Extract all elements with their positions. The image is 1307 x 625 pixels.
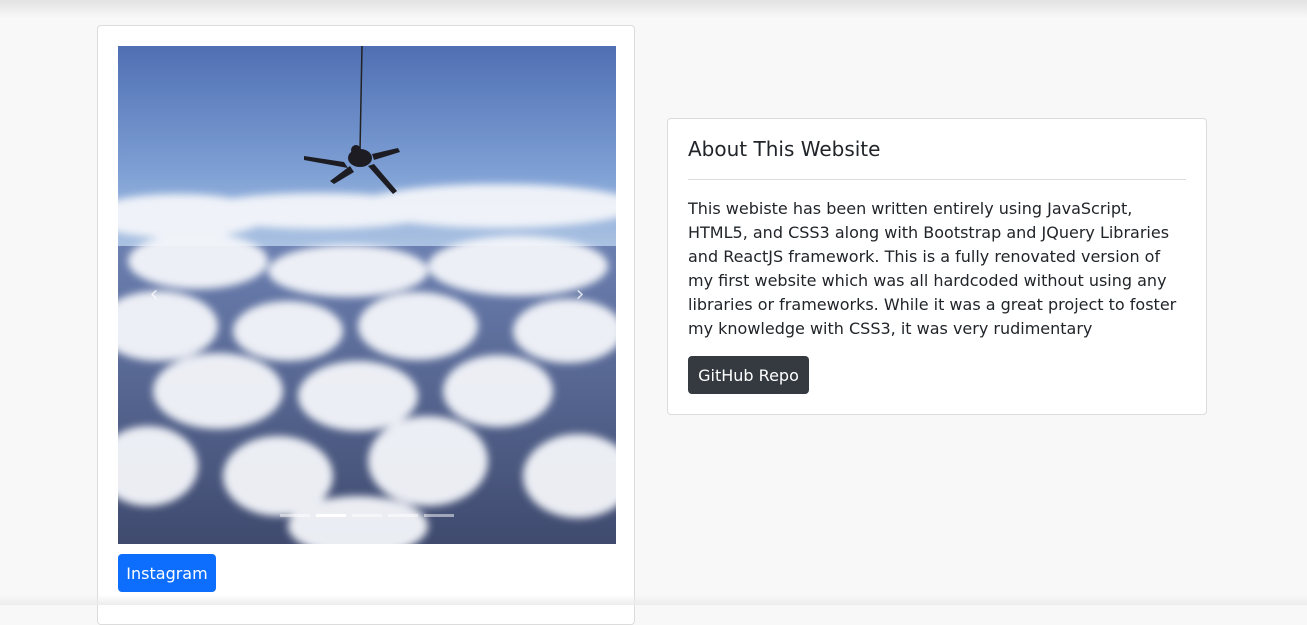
- about-card: About This Website This webiste has been…: [667, 118, 1207, 415]
- photo-card: ‹ › Instagram: [97, 25, 635, 625]
- carousel-prev-button[interactable]: ‹: [143, 283, 165, 307]
- carousel-indicators: [280, 514, 454, 518]
- about-title: About This Website: [688, 137, 881, 161]
- chevron-left-icon: ‹: [149, 282, 159, 307]
- footer-shadow: [0, 595, 1307, 605]
- carousel-next-button[interactable]: ›: [569, 283, 591, 307]
- chevron-right-icon: ›: [575, 282, 585, 307]
- carousel-indicator-2[interactable]: [316, 514, 346, 517]
- carousel-indicator-1[interactable]: [280, 514, 310, 517]
- photo-carousel[interactable]: ‹ ›: [118, 46, 616, 544]
- carousel-indicator-5[interactable]: [424, 514, 454, 517]
- header-shadow: [0, 0, 1307, 18]
- divider: [688, 179, 1186, 180]
- about-description: This webiste has been written entirely u…: [688, 199, 1177, 338]
- carousel-indicator-3[interactable]: [352, 514, 382, 517]
- github-repo-button[interactable]: GitHub Repo: [688, 356, 809, 394]
- instagram-button[interactable]: Instagram: [118, 554, 216, 592]
- skydiver-photo: [118, 46, 616, 544]
- carousel-indicator-4[interactable]: [388, 514, 418, 517]
